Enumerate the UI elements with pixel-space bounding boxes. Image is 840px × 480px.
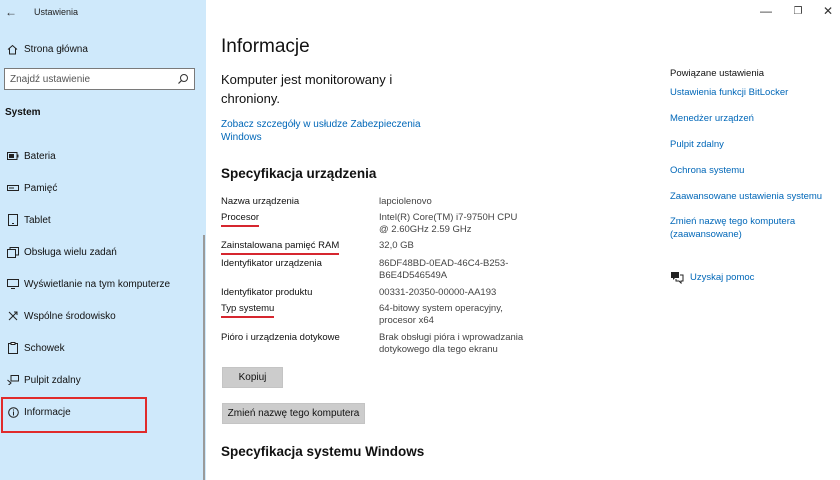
rename-pc-button[interactable]: Zmień nazwę tego komputera [222,403,365,424]
sidebar-item-battery[interactable]: Bateria [0,140,206,172]
sidebar-item-shared-experiences[interactable]: Wspólne środowisko [0,300,206,332]
advanced-system-settings-link[interactable]: Zaawansowane ustawienia systemu [670,190,830,203]
sidebar-item-label: Obsługa wielu zadań [24,246,117,258]
device-manager-link[interactable]: Menedżer urządzeń [670,112,830,125]
title-bar: ← Ustawienia [0,0,206,26]
sidebar-item-label: Wyświetlanie na tym komputerze [24,278,171,290]
spec-value: lapciolenovo [379,196,432,207]
search-icon[interactable] [177,73,189,85]
multitasking-icon [3,246,23,258]
spec-label: Identyfikator urządzenia [221,258,322,269]
system-protection-link[interactable]: Ochrona systemu [670,164,830,177]
sidebar-item-multitasking[interactable]: Obsługa wielu zadań [0,236,206,268]
sidebar-item-remote-desktop[interactable]: Pulpit zdalny [0,364,206,396]
spec-value: Brak obsługi pióra i wprowadzania dotyko… [379,332,524,355]
sidebar-item-tablet[interactable]: Tablet [0,204,206,236]
protection-status: Komputer jest monitorowany i chroniony. [221,72,393,106]
info-icon [3,406,23,418]
spec-value: Intel(R) Core(TM) i7-9750H CPU @ 2.60GHz… [379,212,518,235]
security-details-link[interactable]: Zobacz szczegóły w usłudze Zabezpieczeni… [221,118,421,144]
remote-desktop-icon [3,375,23,385]
app-title: Ustawienia [34,7,79,17]
spec-value: 32,0 GB [379,240,414,251]
red-underline-annotation: Zainstalowana pamięć RAM [221,240,340,255]
red-underline-annotation: Typ systemu [221,303,275,318]
copy-button[interactable]: Kopiuj [222,367,283,388]
spec-label: Zainstalowana pamięć RAM [221,240,371,255]
sidebar-item-label: Pulpit zdalny [24,374,81,386]
sidebar-item-label: Pamięć [24,182,58,194]
sidebar-item-about[interactable]: Informacje [0,396,206,433]
get-help[interactable]: Uzyskaj pomoc [670,270,754,284]
search-box [4,68,195,90]
device-spec-title: Specyfikacja urządzenia [221,166,377,181]
search-input[interactable] [5,69,170,90]
related-settings-title: Powiązane ustawienia [670,68,765,79]
sidebar-item-label: Tablet [24,214,51,226]
sidebar-item-label: Schowek [24,342,65,354]
section-title: System [5,107,41,118]
spec-value: 86DF48BD-0EAD-46C4-B253-B6E4D546549A [379,258,509,281]
remote-desktop-link[interactable]: Pulpit zdalny [670,138,830,151]
sidebar-item-label: Strona główna [24,43,88,55]
home-icon [0,44,24,55]
main-content: Informacje Komputer jest monitorowany i … [221,0,661,480]
bitlocker-link[interactable]: Ustawienia funkcji BitLocker [670,86,830,99]
sidebar: ← Ustawienia Strona główna System Bateri… [0,0,206,480]
clipboard-icon [3,342,23,354]
related-settings: Powiązane ustawienia Ustawienia funkcji … [670,0,840,480]
spec-label: Typ systemu [221,303,371,318]
sidebar-scrollbar[interactable] [203,235,205,480]
rename-pc-advanced-link[interactable]: Zmień nazwę tego komputera (zaawansowane… [670,215,820,241]
spec-label: Pióro i urządzenia dotykowe [221,332,340,343]
windows-spec-title: Specyfikacja systemu Windows [221,444,425,459]
tablet-icon [3,214,23,226]
sidebar-item-projecting[interactable]: Wyświetlanie na tym komputerze [0,268,206,300]
spec-label: Procesor [221,212,371,227]
red-underline-annotation: Procesor [221,212,260,227]
nav-list: Bateria Pamięć Tablet Obsługa wielu zada… [0,140,206,433]
sidebar-item-clipboard[interactable]: Schowek [0,332,206,364]
sidebar-item-label: Wspólne środowisko [24,310,116,322]
spec-value: 64-bitowy system operacyjny, procesor x6… [379,303,503,326]
sidebar-item-storage[interactable]: Pamięć [0,172,206,204]
spec-value: 00331-20350-00000-AA193 [379,287,497,298]
sidebar-item-label: Bateria [24,150,56,162]
shared-experiences-icon [3,310,23,322]
sidebar-item-label: Informacje [24,406,71,418]
projecting-icon [3,279,23,289]
battery-icon [3,152,23,160]
spec-label: Identyfikator produktu [221,287,313,298]
back-button[interactable]: ← [0,0,22,24]
sidebar-item-home[interactable]: Strona główna [0,38,206,60]
spec-label: Nazwa urządzenia [221,196,300,207]
back-arrow-icon: ← [5,5,17,19]
page-title: Informacje [221,36,310,57]
help-chat-icon [671,272,684,284]
get-help-label: Uzyskaj pomoc [690,271,755,283]
storage-icon [3,184,23,192]
